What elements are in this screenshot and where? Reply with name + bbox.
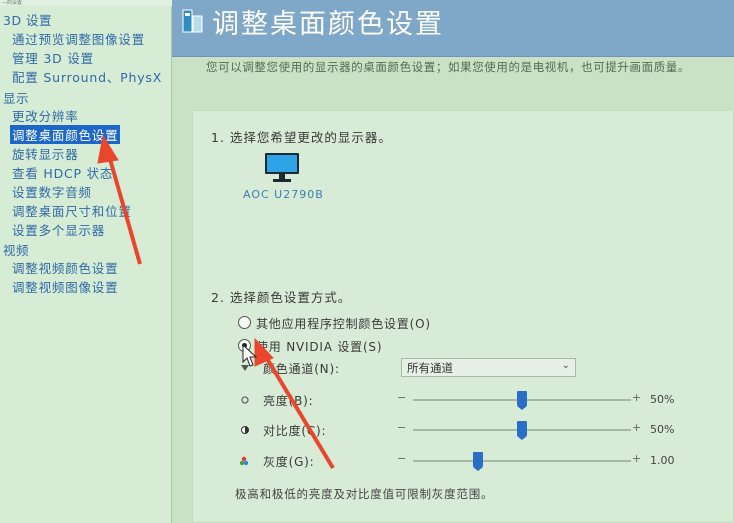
brightness-label: 亮度(B): (263, 394, 314, 408)
gamma-minus: − (397, 452, 407, 465)
sidebar-item-manage-3d-settings[interactable]: 管理 3D 设置 (12, 48, 94, 67)
color-channel-label: 颜色通道(N): (263, 362, 340, 376)
settings-panel: 1. 选择您希望更改的显示器。 AOC U2790B 2. 选择颜色设置方式。 … (192, 110, 734, 523)
color-channel-value: 所有通道 (407, 361, 453, 375)
page-title: 调整桌面颜色设置 (212, 9, 444, 40)
contrast-label: 对比度(C): (263, 424, 327, 438)
contrast-minus: − (397, 421, 407, 434)
gamma-plus: + (632, 452, 642, 465)
sidebar-item-preview-image-settings[interactable]: 通过预览调整图像设置 (12, 29, 145, 48)
brightness-slider-thumb[interactable] (517, 391, 527, 410)
sidebar-item-adjust-desktop-color[interactable]: 调整桌面颜色设置 (10, 125, 121, 144)
sidebar-item-surround-physx[interactable]: 配置 Surround、PhysX (12, 67, 162, 86)
monitor-icon[interactable] (263, 151, 301, 185)
sidebar-item-change-resolution[interactable]: 更改分辨率 (12, 106, 79, 125)
brightness-icon (241, 396, 249, 404)
category-display[interactable]: 显示 (3, 88, 29, 107)
gamma-value: 1.00 (650, 454, 675, 467)
contrast-icon (241, 426, 249, 434)
step1-label: 1. 选择您希望更改的显示器。 (211, 130, 392, 145)
content-pane: 调整桌面颜色设置 您可以调整您使用的显示器的桌面颜色设置；如果您使用的是电视机，… (172, 0, 734, 523)
radio-nvidia-settings-label[interactable]: 使用 NVIDIA 设置(S) (256, 338, 382, 355)
gamma-slider-track[interactable] (413, 460, 631, 462)
page-description: 您可以调整您使用的显示器的桌面颜色设置；如果您使用的是电视机，也可提升画面质量。 (206, 60, 690, 74)
page-settings-icon (182, 9, 203, 33)
sidebar-item-digital-audio[interactable]: 设置数字音频 (12, 182, 92, 201)
page-header: 调整桌面颜色设置 (172, 0, 734, 57)
contrast-value: 50% (650, 423, 675, 436)
sidebar-item-hdcp-status[interactable]: 查看 HDCP 状态 (12, 163, 113, 182)
color-channel-icon (241, 365, 249, 371)
category-3d-settings[interactable]: 3D 设置 (3, 10, 52, 29)
sidebar: —的设置 3D 设置 通过预览调整图像设置 管理 3D 设置 配置 Surrou… (0, 0, 172, 523)
brightness-value: 50% (650, 393, 675, 406)
sidebar-item-video-color[interactable]: 调整视频颜色设置 (12, 258, 118, 277)
brightness-minus: − (397, 391, 407, 404)
window-title-fragment: —的设置 (0, 0, 172, 6)
chevron-down-icon: ⌄ (561, 360, 570, 371)
radio-other-apps-label[interactable]: 其他应用程序控制颜色设置(O) (256, 315, 431, 332)
sidebar-item-rotate-display[interactable]: 旋转显示器 (12, 144, 79, 163)
color-channel-select[interactable]: 所有通道 ⌄ (401, 358, 576, 377)
contrast-slider-thumb[interactable] (517, 421, 527, 440)
radio-nvidia-settings[interactable] (238, 339, 251, 352)
gamma-range-note: 极高和极低的亮度及对比度值可限制灰度范围。 (235, 487, 494, 501)
gamma-icon (239, 456, 249, 466)
contrast-plus: + (632, 421, 642, 434)
sidebar-item-desktop-size-position[interactable]: 调整桌面尺寸和位置 (12, 201, 132, 220)
gamma-slider-thumb[interactable] (473, 452, 484, 471)
step2-label: 2. 选择颜色设置方式。 (211, 290, 352, 305)
sidebar-item-video-image[interactable]: 调整视频图像设置 (12, 277, 118, 296)
gamma-label: 灰度(G): (263, 455, 315, 469)
sidebar-item-multiple-displays[interactable]: 设置多个显示器 (12, 220, 105, 239)
monitor-name[interactable]: AOC U2790B (243, 188, 324, 201)
brightness-plus: + (632, 391, 642, 404)
category-video[interactable]: 视频 (3, 240, 29, 259)
radio-other-apps[interactable] (238, 316, 251, 329)
